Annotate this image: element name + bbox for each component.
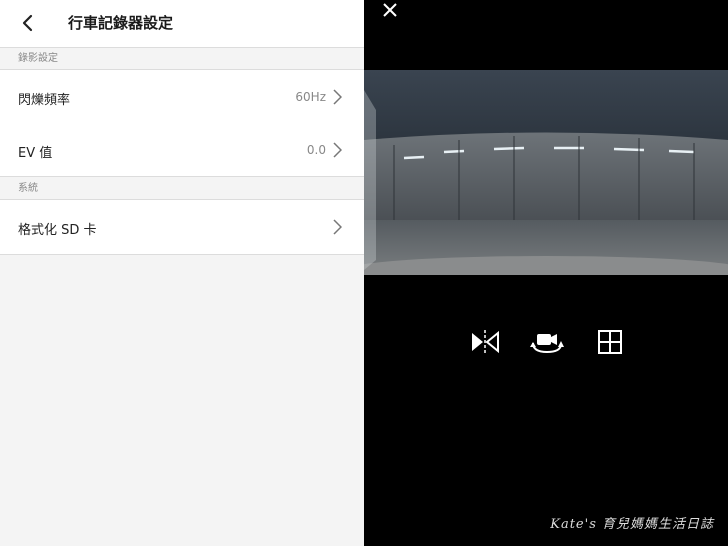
section-label-recording: 錄影設定 — [18, 53, 58, 64]
row-label: 閃爍頻率 — [18, 93, 71, 108]
camera-panel: Kate's 育兒媽媽生活日誌 — [364, 0, 728, 546]
switch-camera-icon[interactable] — [530, 327, 564, 357]
row-format-sd[interactable]: 格式化 SD 卡 — [0, 199, 364, 255]
chevron-right-icon — [333, 89, 342, 105]
row-value: 0.0 — [306, 143, 326, 157]
back-icon[interactable] — [18, 13, 38, 33]
row-value: 60Hz — [295, 90, 326, 104]
chevron-right-icon — [333, 142, 342, 158]
camera-preview-image — [364, 70, 728, 275]
camera-preview — [364, 70, 728, 275]
page-title: 行車記錄器設定 — [68, 14, 174, 32]
settings-panel: 行車記錄器設定 錄影設定 閃爍頻率 60Hz EV 值 0.0 系統 格式化 S… — [0, 0, 364, 546]
header-bar: 行車記錄器設定 — [0, 0, 364, 48]
row-label: 格式化 SD 卡 — [18, 223, 97, 238]
close-icon[interactable] — [382, 2, 398, 18]
row-label: EV 值 — [18, 146, 53, 161]
grid-icon[interactable] — [595, 327, 625, 357]
row-flicker-frequency[interactable]: 閃爍頻率 60Hz — [0, 69, 364, 125]
section-label-system: 系統 — [18, 183, 38, 194]
watermark: Kate's 育兒媽媽生活日誌 — [550, 517, 714, 532]
row-ev-value[interactable]: EV 值 0.0 — [0, 123, 364, 177]
mirror-icon[interactable] — [470, 327, 500, 357]
chevron-right-icon — [333, 219, 342, 235]
